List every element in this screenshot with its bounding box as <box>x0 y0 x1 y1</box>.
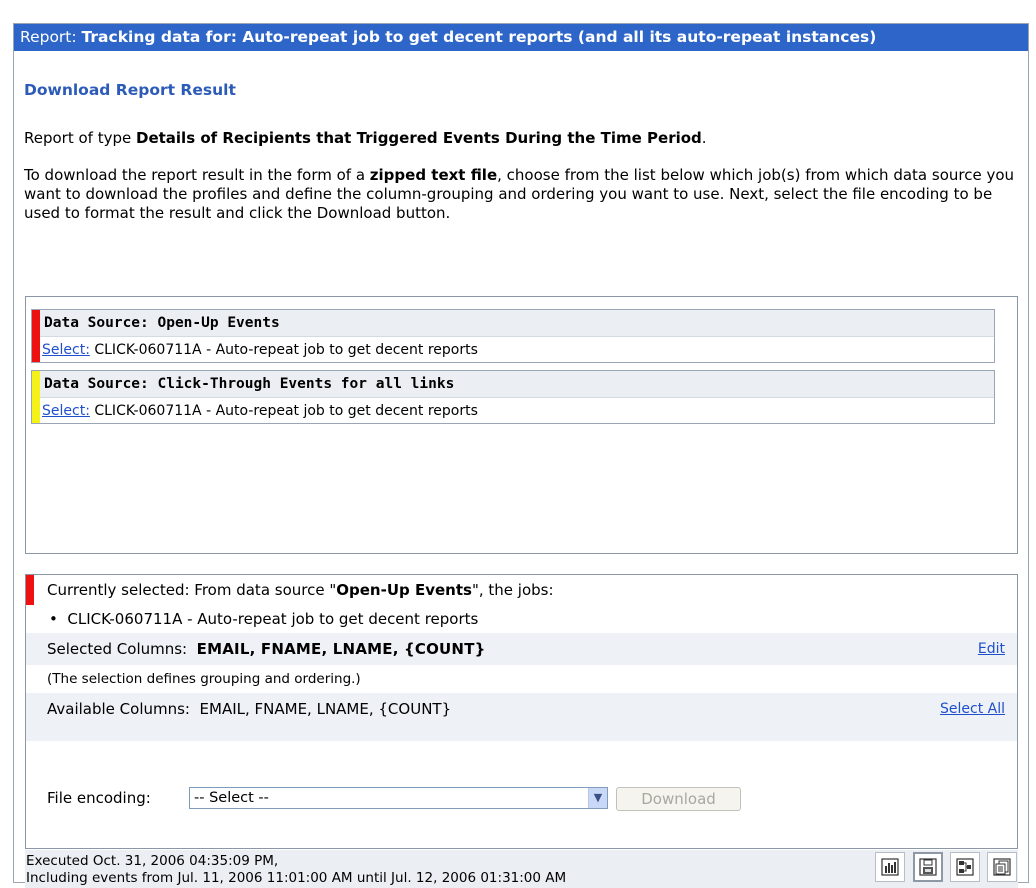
report-titlebar: Report: Tracking data for: Auto-repeat j… <box>14 24 1028 51</box>
selected-job-name: CLICK-060711A - Auto-repeat job to get d… <box>67 610 479 628</box>
file-encoding-value: -- Select -- <box>194 790 269 806</box>
selected-prefix: Currently selected: From data source " <box>47 581 337 599</box>
report-type-name: Details of Recipients that Triggered Eve… <box>136 129 702 147</box>
report-footer: Executed Oct. 31, 2006 04:35:09 PM, Incl… <box>25 850 1018 888</box>
source-color-bar <box>32 371 40 423</box>
report-type-prefix: Report of type <box>24 129 136 147</box>
selected-source: Open-Up Events <box>336 581 472 599</box>
report-type-suffix: . <box>701 129 707 147</box>
available-columns-label: Available Columns: <box>47 700 190 718</box>
executed-timestamp: Executed Oct. 31, 2006 04:35:09 PM, <box>26 853 279 869</box>
current-selection-panel: Currently selected: From data source "Op… <box>25 574 1018 849</box>
source-color-bar <box>32 310 40 362</box>
bar-chart-icon[interactable] <box>875 852 905 882</box>
file-encoding-label: File encoding: <box>47 789 151 807</box>
copy-pages-icon[interactable] <box>987 852 1017 882</box>
selection-note: (The selection defines grouping and orde… <box>47 671 361 687</box>
edit-columns-link[interactable]: Edit <box>978 633 1005 665</box>
selected-columns-value: EMAIL, FNAME, LNAME, {COUNT} <box>196 640 486 658</box>
source-header: Data Source: Open-Up Events <box>40 310 994 337</box>
file-encoding-select[interactable]: -- Select -- ▼ <box>189 787 608 809</box>
bullet: • <box>49 610 58 628</box>
flowchart-icon[interactable] <box>950 852 980 882</box>
export-disk-icon[interactable] <box>913 852 943 882</box>
selected-suffix: ", the jobs: <box>471 581 554 599</box>
download-button[interactable]: Download <box>616 787 741 811</box>
select-job-link[interactable]: Select: <box>42 403 90 419</box>
available-columns-value: EMAIL, FNAME, LNAME, {COUNT} <box>199 700 452 718</box>
select-job-link[interactable]: Select: <box>42 342 90 358</box>
instructions-part-1: To download the report result in the for… <box>24 166 370 184</box>
report-panel: Report: Tracking data for: Auto-repeat j… <box>13 23 1029 888</box>
title-prefix: Report: <box>20 28 77 46</box>
report-title: Tracking data for: Auto-repeat job to ge… <box>81 28 877 46</box>
selected-job-item: • CLICK-060711A - Auto-repeat job to get… <box>26 605 1017 633</box>
data-source-list: Data Source: Open-Up Events Select: CLIC… <box>25 296 1018 554</box>
source-job-row: Select: CLICK-060711A - Auto-repeat job … <box>40 398 994 424</box>
source-job-row: Select: CLICK-060711A - Auto-repeat job … <box>40 337 994 363</box>
instructions-bold: zipped text file <box>369 166 498 184</box>
chevron-down-icon[interactable]: ▼ <box>588 788 607 808</box>
data-source-open-up: Data Source: Open-Up Events Select: CLIC… <box>31 309 995 363</box>
job-name: CLICK-060711A - Auto-repeat job to get d… <box>94 342 478 358</box>
selected-columns-row: Selected Columns: EMAIL, FNAME, LNAME, {… <box>26 633 1017 665</box>
selected-columns-label: Selected Columns: <box>47 640 188 658</box>
download-instructions: To download the report result in the for… <box>24 166 1018 223</box>
report-type-line: Report of type Details of Recipients tha… <box>24 129 1018 148</box>
events-date-range: Including events from Jul. 11, 2006 11:0… <box>26 870 567 886</box>
data-source-click-through: Data Source: Click-Through Events for al… <box>31 370 995 424</box>
download-report-heading: Download Report Result <box>24 81 236 99</box>
available-columns-row: Available Columns: EMAIL, FNAME, LNAME, … <box>26 693 1017 741</box>
job-name: CLICK-060711A - Auto-repeat job to get d… <box>94 403 478 419</box>
source-header: Data Source: Click-Through Events for al… <box>40 371 994 398</box>
select-all-link[interactable]: Select All <box>940 693 1005 725</box>
currently-selected-line: Currently selected: From data source "Op… <box>26 576 1017 604</box>
